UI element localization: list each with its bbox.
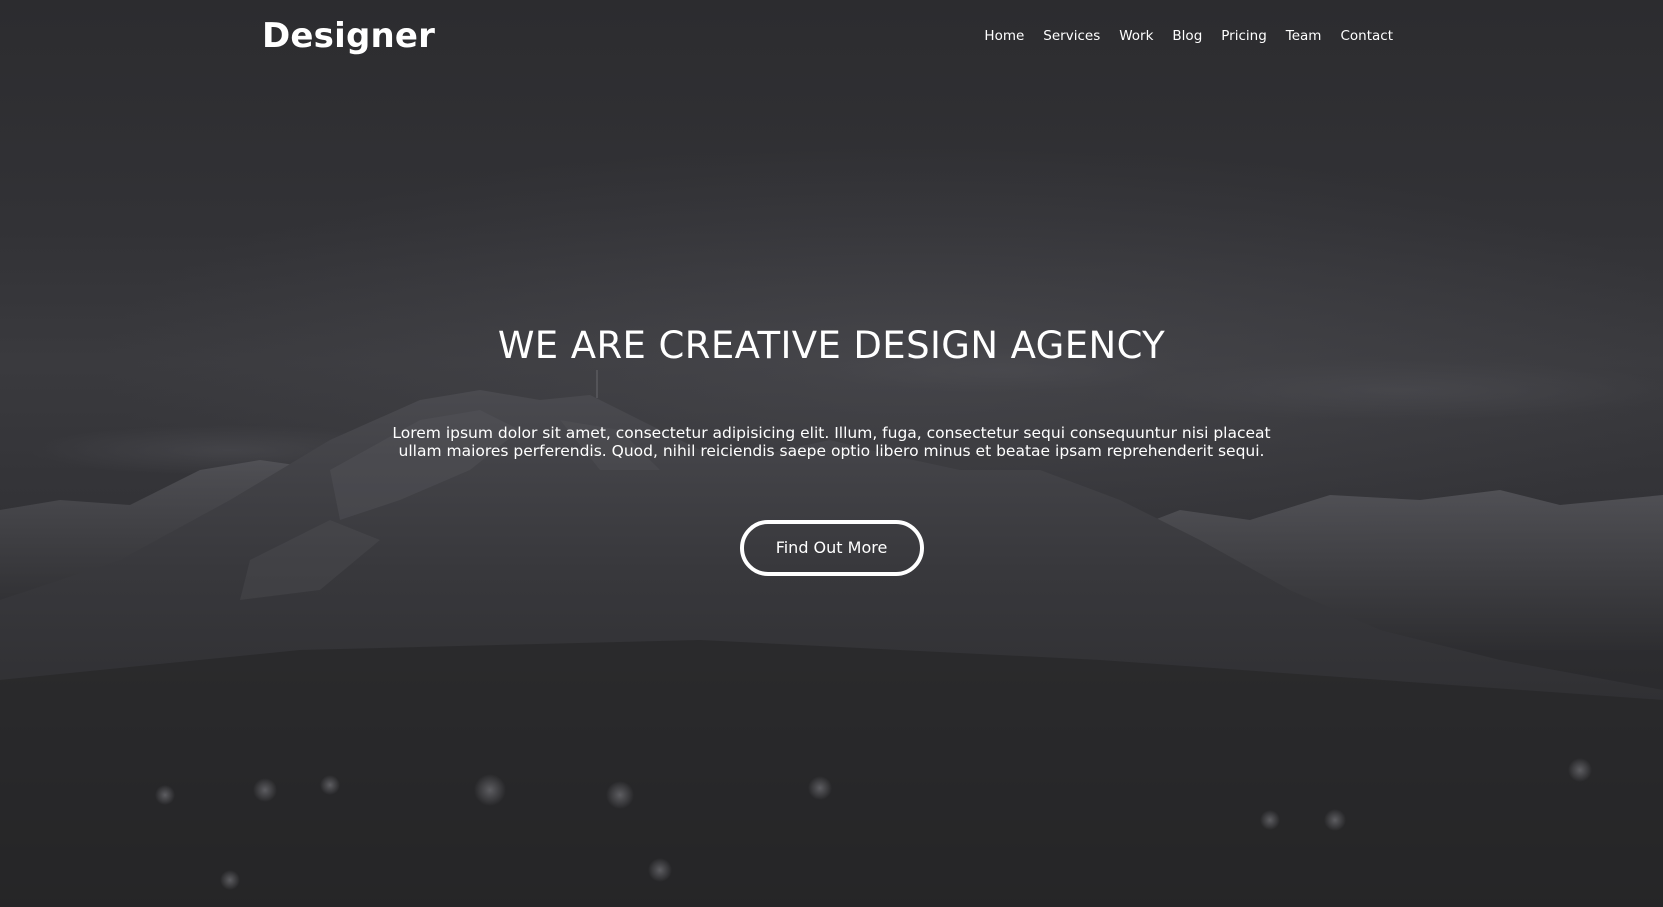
- nav-item-services: Services: [1043, 24, 1100, 48]
- nav-link-home[interactable]: Home: [984, 28, 1024, 44]
- nav-link-contact[interactable]: Contact: [1340, 28, 1393, 44]
- nav-link-blog[interactable]: Blog: [1172, 28, 1202, 44]
- hero-section: Designer Home Services Work Blog Pricing…: [0, 0, 1663, 907]
- nav-link-work[interactable]: Work: [1119, 28, 1153, 44]
- nav-item-blog: Blog: [1172, 24, 1202, 48]
- nav-link-team[interactable]: Team: [1286, 28, 1322, 44]
- top-navbar: Designer Home Services Work Blog Pricing…: [0, 0, 1663, 72]
- hero-description: Lorem ipsum dolor sit amet, consectetur …: [392, 424, 1271, 460]
- hero-title: WE ARE CREATIVE DESIGN AGENCY: [497, 324, 1166, 367]
- nav-item-work: Work: [1119, 24, 1153, 48]
- nav-menu: Home Services Work Blog Pricing Team Con…: [965, 24, 1393, 48]
- nav-link-pricing[interactable]: Pricing: [1221, 28, 1267, 44]
- nav-item-team: Team: [1286, 24, 1322, 48]
- find-out-more-button[interactable]: Find Out More: [739, 520, 924, 576]
- brand-logo[interactable]: Designer: [262, 12, 435, 60]
- nav-item-pricing: Pricing: [1221, 24, 1267, 48]
- hero-content: WE ARE CREATIVE DESIGN AGENCY Lorem ipsu…: [0, 318, 1663, 576]
- nav-item-contact: Contact: [1340, 24, 1393, 48]
- nav-item-home: Home: [984, 24, 1024, 48]
- nav-link-services[interactable]: Services: [1043, 28, 1100, 44]
